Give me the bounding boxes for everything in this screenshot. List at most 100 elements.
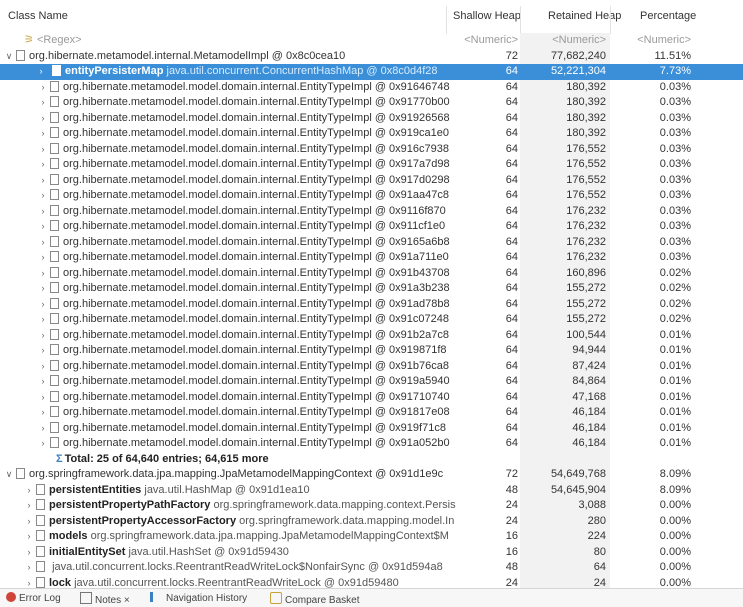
table-row[interactable]: › org.hibernate.metamodel.model.domain.in… — [0, 141, 743, 158]
table-row[interactable]: › org.hibernate.metamodel.model.domain.in… — [0, 296, 743, 313]
chevron-right-icon[interactable]: › — [38, 126, 48, 142]
chevron-right-icon[interactable]: › — [38, 173, 48, 189]
chevron-right-icon[interactable]: › — [38, 95, 48, 111]
table-row[interactable]: › org.hibernate.metamodel.model.domain.in… — [0, 374, 743, 390]
chevron-right-icon[interactable]: › — [38, 188, 48, 204]
shallow-filter-input[interactable]: <Numeric> — [446, 33, 520, 49]
table-row[interactable]: › org.hibernate.metamodel.model.domain.in… — [0, 234, 743, 251]
column-divider[interactable] — [446, 6, 447, 34]
percentage-filter-input[interactable]: <Numeric> — [610, 33, 695, 49]
column-divider[interactable] — [520, 6, 521, 34]
table-row[interactable]: › org.hibernate.metamodel.model.domain.in… — [0, 250, 743, 266]
percentage-value: 0.01% — [659, 375, 691, 387]
table-row[interactable]: ∨ org.hibernate.metamodel.internal.Metamo… — [0, 48, 743, 65]
chevron-right-icon[interactable]: › — [24, 529, 34, 545]
chevron-down-icon[interactable]: ∨ — [4, 467, 14, 483]
table-row[interactable]: › persistentEntities java.util.HashMap @ … — [0, 482, 743, 499]
table-row[interactable]: ∨ org.springframework.data.jpa.mapping.Jp… — [0, 467, 743, 483]
table-row[interactable]: › org.hibernate.metamodel.model.domain.in… — [0, 157, 743, 173]
chevron-right-icon[interactable]: › — [24, 483, 34, 499]
chevron-right-icon[interactable]: › — [24, 514, 34, 530]
table-row[interactable]: › org.hibernate.metamodel.model.domain.in… — [0, 436, 743, 452]
table-row[interactable]: › org.hibernate.metamodel.model.domain.in… — [0, 265, 743, 282]
table-row[interactable]: › org.hibernate.metamodel.model.domain.in… — [0, 126, 743, 142]
chevron-right-icon[interactable]: › — [24, 498, 34, 514]
tab-error-log[interactable]: Error Log — [6, 592, 61, 604]
table-row[interactable]: › persistentPropertyAccessorFactory org.s… — [0, 513, 743, 530]
table-row[interactable]: › org.hibernate.metamodel.model.domain.in… — [0, 95, 743, 111]
chevron-right-icon[interactable]: › — [38, 405, 48, 421]
chevron-right-icon[interactable]: › — [38, 219, 48, 235]
chevron-down-icon[interactable]: ∨ — [4, 49, 14, 65]
table-row[interactable]: › org.hibernate.metamodel.model.domain.in… — [0, 188, 743, 204]
chevron-right-icon[interactable]: › — [38, 235, 48, 251]
shallow-heap-value: 48 — [505, 483, 518, 496]
table-row[interactable]: › org.hibernate.metamodel.model.domain.in… — [0, 405, 743, 421]
chevron-right-icon[interactable]: › — [38, 359, 48, 375]
bottom-tab-bar: Error Log Notes × Navigation History Com… — [0, 588, 743, 607]
chevron-right-icon[interactable]: › — [38, 297, 48, 313]
chevron-right-icon[interactable]: › — [38, 281, 48, 297]
table-row[interactable]: › org.hibernate.metamodel.model.domain.in… — [0, 281, 743, 297]
table-row[interactable]: › org.hibernate.metamodel.model.domain.in… — [0, 389, 743, 406]
heap-tree-table[interactable]: Class Name Shallow Heap Retained Heap Pe… — [0, 0, 743, 591]
table-row[interactable]: › org.hibernate.metamodel.model.domain.in… — [0, 110, 743, 127]
regex-filter-input[interactable]: <Regex> — [37, 34, 82, 46]
chevron-right-icon[interactable]: › — [38, 142, 48, 158]
field-type: org.springframework.data.mapping.model.I… — [239, 514, 455, 527]
chevron-right-icon[interactable]: › — [38, 250, 48, 266]
row-label: org.hibernate.metamodel.model.domain.int… — [63, 158, 450, 170]
table-row[interactable]: › persistentPropertyPathFactory org.sprin… — [0, 498, 743, 514]
field-type: java.util.concurrent.ConcurrentHashMap @… — [166, 65, 438, 77]
entity-rows: › org.hibernate.metamodel.model.domain.in… — [0, 79, 743, 452]
column-header-percentage[interactable]: Percentage — [640, 10, 696, 22]
chevron-right-icon[interactable]: › — [38, 204, 48, 220]
chevron-right-icon[interactable]: › — [36, 64, 46, 80]
table-row[interactable]: › org.hibernate.metamodel.model.domain.in… — [0, 343, 743, 359]
row-label: org.springframework.data.jpa.mapping.Jpa… — [29, 468, 444, 480]
chevron-right-icon[interactable]: › — [38, 421, 48, 437]
chevron-right-icon[interactable]: › — [38, 343, 48, 359]
chevron-right-icon[interactable]: › — [38, 157, 48, 173]
row-label: org.hibernate.metamodel.model.domain.int… — [63, 282, 450, 294]
column-header-class-name[interactable]: Class Name — [8, 10, 68, 22]
tab-notes[interactable]: Notes × — [80, 592, 130, 606]
object-icon — [50, 204, 59, 216]
table-row[interactable]: › initialEntitySet java.util.HashSet @ 0x… — [0, 544, 743, 561]
chevron-right-icon[interactable]: › — [38, 266, 48, 282]
chevron-right-icon[interactable]: › — [38, 80, 48, 96]
tab-navigation-history[interactable]: Navigation History — [150, 592, 247, 604]
chevron-right-icon[interactable]: › — [38, 312, 48, 328]
table-row[interactable]: › org.hibernate.metamodel.model.domain.in… — [0, 327, 743, 344]
tab-compare-basket[interactable]: Compare Basket — [270, 592, 359, 606]
retained-heap-value: 160,896 — [520, 265, 610, 281]
chevron-right-icon[interactable]: › — [24, 545, 34, 561]
table-row[interactable]: › org.hibernate.metamodel.model.domain.in… — [0, 219, 743, 235]
table-row-selected[interactable]: › entityPersisterMap java.util.concurren… — [0, 64, 743, 80]
chevron-right-icon[interactable]: › — [38, 111, 48, 127]
column-divider[interactable] — [610, 6, 611, 34]
column-header-shallow-heap[interactable]: Shallow Heap — [453, 10, 521, 22]
table-row[interactable]: › org.hibernate.metamodel.model.domain.in… — [0, 420, 743, 437]
table-row[interactable]: › org.hibernate.metamodel.model.domain.in… — [0, 358, 743, 375]
shallow-heap-value: 64 — [505, 204, 518, 217]
chevron-right-icon[interactable]: › — [24, 560, 34, 576]
retained-filter-input[interactable]: <Numeric> — [520, 33, 610, 49]
table-row[interactable]: › org.hibernate.metamodel.model.domain.in… — [0, 172, 743, 189]
table-row[interactable]: › org.hibernate.metamodel.model.domain.in… — [0, 312, 743, 328]
class-name-filter[interactable]: ⚞ <Regex> — [0, 33, 470, 49]
percentage-value: 0.03% — [659, 189, 691, 201]
close-icon[interactable]: × — [124, 595, 130, 606]
row-label: org.hibernate.metamodel.model.domain.int… — [63, 189, 449, 201]
table-row[interactable]: › org.hibernate.metamodel.model.domain.in… — [0, 203, 743, 220]
row-label: org.hibernate.metamodel.model.domain.int… — [63, 297, 450, 310]
chevron-right-icon[interactable]: › — [38, 390, 48, 406]
table-row[interactable]: › models org.springframework.data.jpa.map… — [0, 529, 743, 545]
chevron-right-icon[interactable]: › — [38, 328, 48, 344]
chevron-right-icon[interactable]: › — [38, 374, 48, 390]
table-row[interactable]: › java.util.concurrent.locks.ReentrantRe… — [0, 560, 743, 576]
shallow-heap-value: 64 — [505, 297, 518, 310]
percentage-value: 0.03% — [659, 80, 691, 93]
chevron-right-icon[interactable]: › — [38, 436, 48, 452]
table-row[interactable]: › org.hibernate.metamodel.model.domain.in… — [0, 79, 743, 96]
